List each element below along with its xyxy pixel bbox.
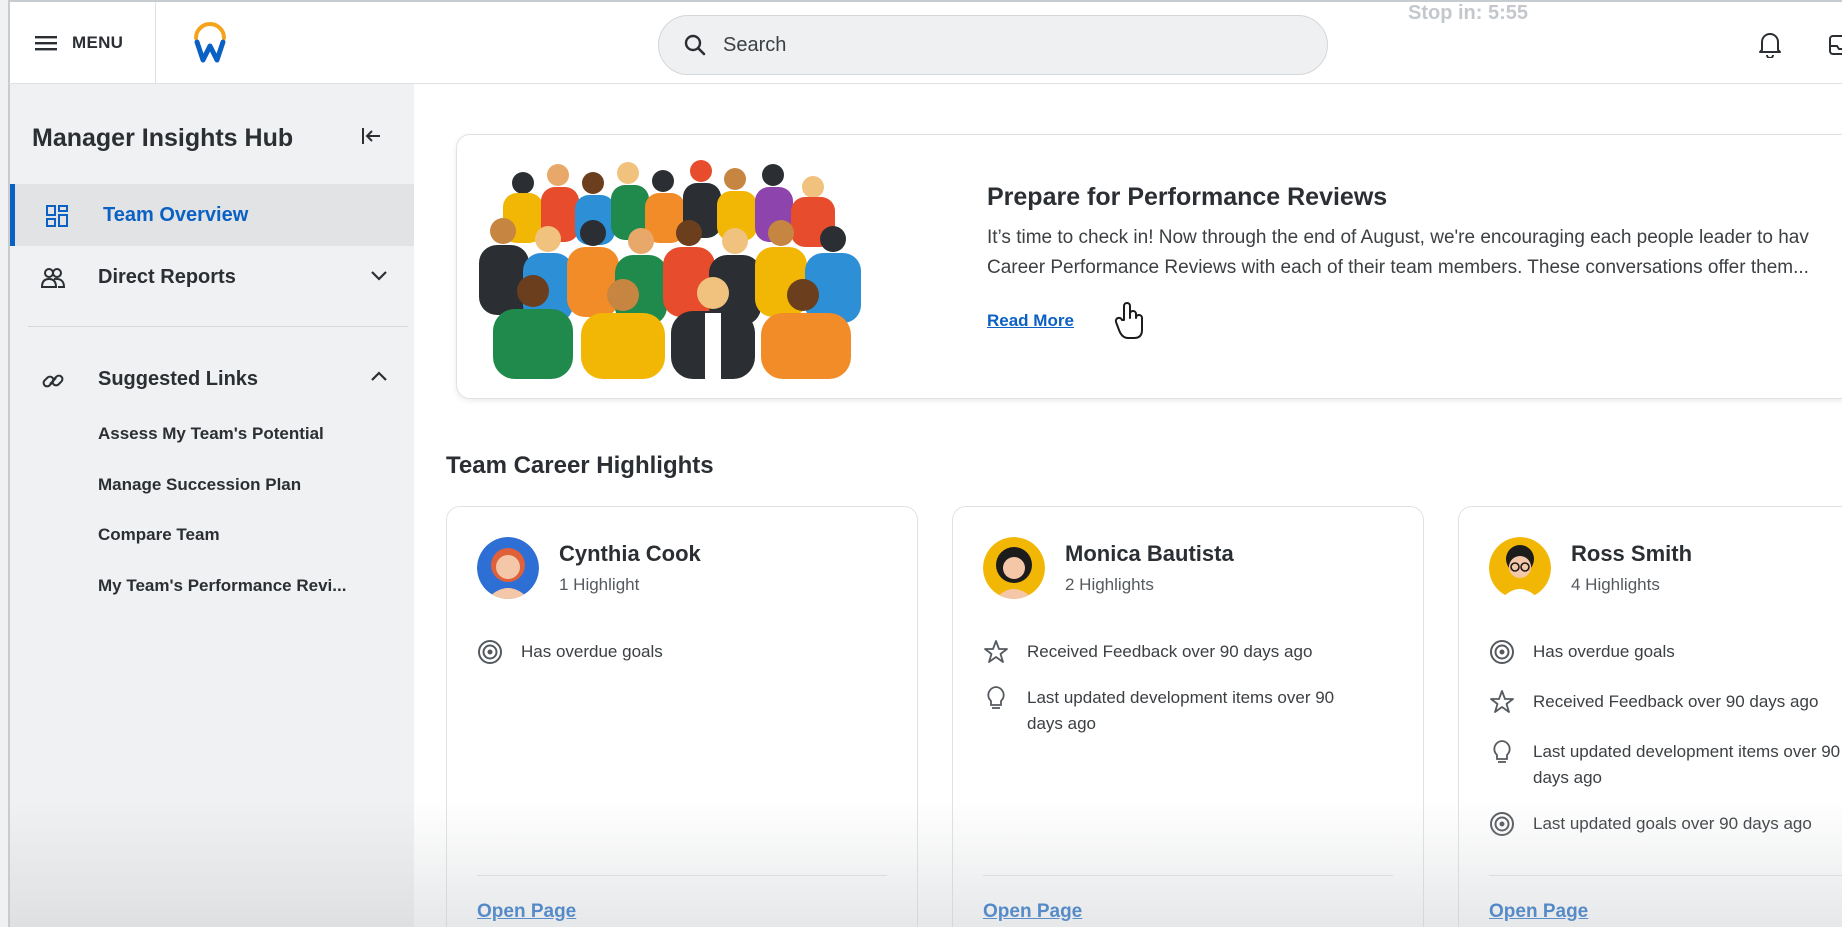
sidebar-item-label: Suggested Links — [98, 367, 259, 390]
suggested-link-succession-plan[interactable]: Manage Succession Plan — [98, 475, 301, 495]
search-input[interactable]: Search — [658, 15, 1328, 75]
team-crowd-illustration — [479, 160, 861, 379]
person-name[interactable]: Monica Bautista — [1065, 541, 1234, 567]
highlight-item: Received Feedback over 90 days ago — [1489, 689, 1842, 715]
suggested-link-compare-team[interactable]: Compare Team — [98, 525, 220, 545]
sidebar-divider — [28, 326, 408, 327]
highlight-item: Last updated development items over 90 d… — [983, 685, 1423, 737]
card-divider — [983, 875, 1393, 876]
top-bar: MENU Search Stop in: 5:55 — [8, 0, 1842, 84]
hamburger-icon — [35, 36, 57, 51]
chevron-up-icon[interactable] — [370, 370, 388, 384]
highlight-text: Last updated goals over 90 days ago — [1533, 814, 1812, 833]
suggested-link-performance-reviews[interactable]: My Team's Performance Revi... — [98, 576, 346, 596]
highlight-text: Has overdue goals — [1533, 642, 1675, 661]
sidebar-item-team-overview[interactable]: Team Overview — [10, 184, 414, 246]
link-icon — [42, 374, 64, 388]
section-title: Team Career Highlights — [446, 452, 714, 479]
lightbulb-icon — [1493, 740, 1511, 763]
suggested-link-assess-potential[interactable]: Assess My Team's Potential — [98, 424, 324, 444]
main-content: Prepare for Performance Reviews It’s tim… — [414, 84, 1842, 927]
avatar — [1489, 537, 1551, 599]
person-name[interactable]: Cynthia Cook — [559, 541, 701, 567]
announcement-body-line: It’s time to check in! Now through the e… — [987, 227, 1809, 248]
inbox-icon[interactable] — [1828, 32, 1842, 58]
highlight-card: Cynthia Cook 1 Highlight Has overdue goa… — [446, 506, 918, 927]
announcement-body: It’s time to check in! Now through the e… — [987, 223, 1842, 283]
sidebar: Manager Insights Hub Team Overview Direc… — [8, 84, 414, 927]
sidebar-item-suggested-links[interactable]: Suggested Links — [10, 348, 414, 410]
menu-label: MENU — [72, 33, 124, 52]
hand-cursor-icon — [1114, 302, 1143, 339]
open-page-link[interactable]: Open Page — [983, 901, 1082, 923]
highlight-text: Last updated development items over 90 d… — [1533, 742, 1841, 787]
highlight-text: Received Feedback over 90 days ago — [1027, 642, 1313, 661]
sidebar-item-label: Team Overview — [103, 203, 249, 226]
announcement-title: Prepare for Performance Reviews — [987, 183, 1388, 211]
dashboard-icon — [46, 205, 68, 227]
highlight-text: Has overdue goals — [521, 642, 663, 661]
highlight-item: Has overdue goals — [1489, 639, 1842, 665]
card-divider — [477, 875, 887, 876]
target-icon — [1490, 812, 1514, 836]
sidebar-item-label: Direct Reports — [98, 265, 236, 288]
card-divider — [1489, 875, 1842, 876]
sidebar-item-direct-reports[interactable]: Direct Reports — [10, 246, 414, 308]
highlight-item: Last updated development items over 90 d… — [1489, 739, 1842, 791]
avatar — [983, 537, 1045, 599]
highlight-count: 1 Highlight — [559, 575, 640, 594]
sidebar-title: Manager Insights Hub — [32, 124, 294, 152]
highlight-item: Has overdue goals — [477, 639, 917, 665]
avatar — [477, 537, 539, 599]
read-more-link[interactable]: Read More — [987, 311, 1074, 331]
highlight-item: Last updated goals over 90 days ago — [1489, 811, 1842, 837]
highlight-card: Ross Smith 4 Highlights Has overdue goal… — [1458, 506, 1842, 927]
star-icon — [984, 640, 1008, 663]
recording-timer: Stop in: 5:55 — [1408, 2, 1529, 24]
highlight-card: Monica Bautista 2 Highlights Received Fe… — [952, 506, 1424, 927]
star-icon — [1490, 690, 1514, 713]
highlight-text: Last updated development items over 90 d… — [1027, 688, 1335, 733]
target-icon — [478, 640, 502, 664]
people-icon — [40, 268, 66, 288]
open-page-link[interactable]: Open Page — [477, 901, 576, 923]
search-placeholder: Search — [723, 33, 787, 56]
menu-button[interactable]: MENU — [10, 2, 156, 84]
announcement-card: Prepare for Performance Reviews It’s tim… — [456, 134, 1842, 399]
chevron-down-icon[interactable] — [370, 268, 388, 282]
search-icon — [684, 34, 706, 56]
person-name[interactable]: Ross Smith — [1571, 541, 1692, 567]
bell-icon[interactable] — [1758, 30, 1782, 58]
collapse-sidebar-icon[interactable] — [360, 126, 382, 146]
target-icon — [1490, 640, 1514, 664]
workday-logo[interactable] — [190, 22, 230, 66]
highlight-text: Received Feedback over 90 days ago — [1533, 692, 1819, 711]
open-page-link[interactable]: Open Page — [1489, 901, 1588, 923]
highlight-item: Received Feedback over 90 days ago — [983, 639, 1423, 665]
lightbulb-icon — [987, 686, 1005, 709]
announcement-body-line: Career Performance Reviews with each of … — [987, 257, 1809, 278]
highlight-count: 2 Highlights — [1065, 575, 1154, 594]
highlight-count: 4 Highlights — [1571, 575, 1660, 594]
